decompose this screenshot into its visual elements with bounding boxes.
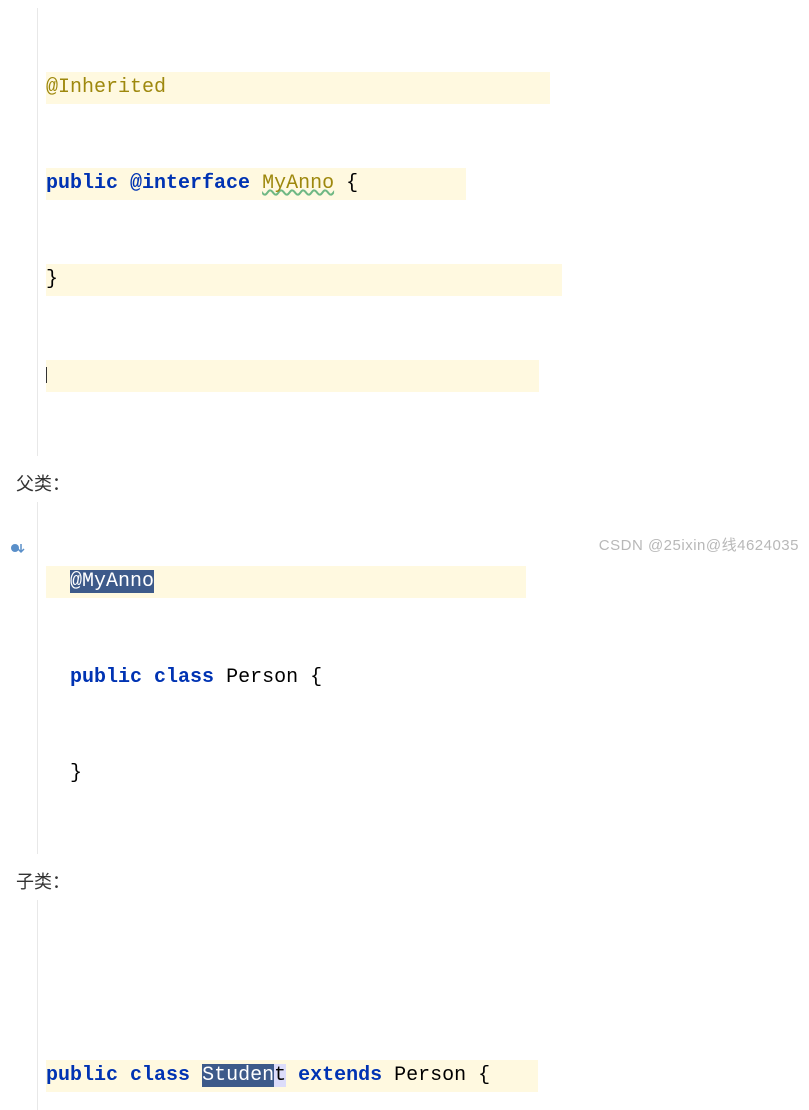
keyword-public: public bbox=[46, 1064, 118, 1087]
override-icon[interactable] bbox=[10, 540, 26, 559]
keyword-public: public bbox=[70, 666, 142, 689]
code-area-3[interactable]: public class Student extends Person { } bbox=[38, 900, 809, 1110]
class-student-char: t bbox=[274, 1064, 286, 1087]
class-person-ref: Person { bbox=[394, 1064, 490, 1087]
caret bbox=[46, 367, 47, 383]
brace-close: } bbox=[46, 268, 58, 291]
label-parent-class: 父类： bbox=[16, 470, 809, 496]
annotation-myanno-selected: @MyAnno bbox=[70, 570, 154, 593]
keyword-class: class bbox=[154, 666, 214, 689]
keyword-class: class bbox=[130, 1064, 190, 1087]
keyword-interface: @interface bbox=[130, 172, 250, 195]
annotation-inherited: @Inherited bbox=[46, 76, 166, 99]
gutter bbox=[0, 900, 38, 1110]
gutter bbox=[0, 8, 38, 456]
class-student-selected: Studen bbox=[202, 1064, 274, 1087]
label-child-class: 子类： bbox=[16, 868, 809, 894]
keyword-public: public bbox=[46, 172, 118, 195]
watermark: CSDN @25ixin@线4624035 bbox=[599, 534, 799, 555]
brace-close: } bbox=[70, 762, 82, 785]
code-block-3: public class Student extends Person { } bbox=[0, 900, 809, 1110]
class-person: Person { bbox=[226, 666, 322, 689]
type-myanno: MyAnno bbox=[262, 172, 334, 195]
code-area-1[interactable]: @Inherited public @interface MyAnno { } bbox=[38, 8, 809, 456]
keyword-extends: extends bbox=[298, 1064, 382, 1087]
code-block-1: @Inherited public @interface MyAnno { } bbox=[0, 8, 809, 456]
brace-open: { bbox=[334, 172, 358, 195]
